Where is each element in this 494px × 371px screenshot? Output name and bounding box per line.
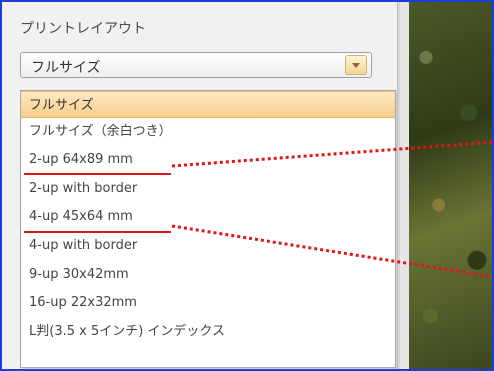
screenshot-frame: プリントレイアウト フルサイズ フルサイズ フルサイズ（余白つき） 2-up 6… — [0, 0, 494, 371]
option-4up-45x64[interactable]: 4-up 45x64 mm — [21, 203, 395, 230]
option-4up-with-border[interactable]: 4-up with border — [21, 232, 395, 259]
chevron-down-icon[interactable] — [345, 55, 367, 75]
option-full-size[interactable]: フルサイズ — [21, 91, 395, 118]
panel-title: プリントレイアウト — [20, 21, 146, 37]
option-2up-with-border[interactable]: 2-up with border — [21, 175, 395, 202]
option-9up-30x42[interactable]: 9-up 30x42mm — [21, 261, 395, 288]
option-l-size-index[interactable]: L判(3.5 x 5インチ) インデックス — [21, 318, 395, 345]
highlight-underline-4up — [24, 231, 171, 233]
option-16up-22x32[interactable]: 16-up 22x32mm — [21, 289, 395, 316]
print-layout-panel: プリントレイアウト フルサイズ フルサイズ フルサイズ（余白つき） 2-up 6… — [2, 2, 397, 369]
layout-select[interactable]: フルサイズ — [20, 52, 372, 78]
highlight-underline-2up — [24, 173, 171, 175]
panel-gap — [400, 2, 409, 369]
layout-select-value: フルサイズ — [31, 60, 101, 76]
option-full-size-with-margin[interactable]: フルサイズ（余白つき） — [21, 118, 395, 145]
photo-preview — [409, 2, 492, 369]
layout-dropdown-list: フルサイズ フルサイズ（余白つき） 2-up 64x89 mm 2-up wit… — [20, 90, 396, 368]
option-2up-64x89[interactable]: 2-up 64x89 mm — [21, 146, 395, 173]
